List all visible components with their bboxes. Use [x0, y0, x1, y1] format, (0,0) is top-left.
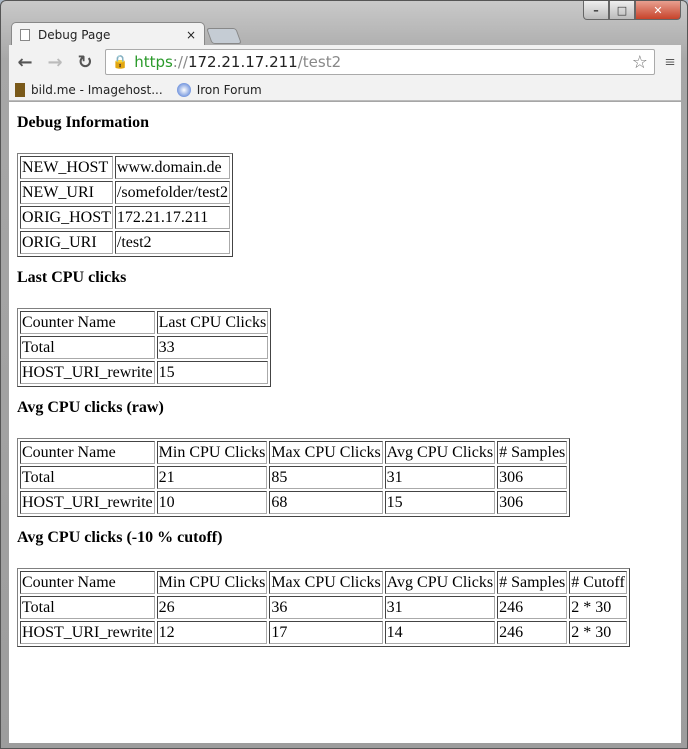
table-cell: 14: [384, 621, 496, 644]
table-cell: Total: [20, 596, 155, 619]
table-cell: 85: [269, 466, 383, 489]
close-window-button[interactable]: ✕: [635, 1, 681, 20]
table-cell: 246: [497, 621, 568, 644]
table-row: Total 33: [20, 336, 269, 359]
table-row: Total 26 36 31 246 2 * 30: [20, 596, 627, 619]
table-cell: Min CPU Clicks: [156, 571, 268, 594]
url-host: 172.21.17.211: [187, 53, 298, 71]
bookmarks-bar: bild.me - Imagehost... Iron Forum: [9, 79, 681, 101]
table-cell: 15: [384, 491, 496, 514]
browser-window: – □ ✕ Debug Page × ← → ↻ 🔒 https://172.2…: [0, 0, 688, 749]
table-row: HOST_URI_rewrite 12 17 14 246 2 * 30: [20, 621, 627, 644]
table-row: NEW_HOST www.domain.de: [20, 156, 230, 179]
section-heading: Debug Information: [17, 114, 150, 131]
table-cell: www.domain.de: [114, 156, 230, 179]
globe-icon: [176, 82, 191, 97]
table-cell: /test2: [114, 231, 230, 254]
table-cell: 10: [156, 491, 268, 514]
table-cell: Max CPU Clicks: [269, 441, 383, 464]
url-scheme: https: [134, 53, 173, 71]
table-cell: ORIG_HOST: [20, 206, 113, 229]
table-cell: HOST_URI_rewrite: [20, 491, 155, 514]
tab-title: Debug Page: [38, 27, 111, 42]
table-cell: Last CPU Clicks: [156, 311, 269, 334]
tab-debug-page[interactable]: Debug Page ×: [11, 22, 205, 46]
table-cell: 15: [156, 361, 269, 384]
section-heading: Last CPU clicks: [17, 269, 127, 286]
table-cell: Counter Name: [20, 571, 155, 594]
table-cell: 31: [384, 596, 496, 619]
table-row: Counter Name Min CPU Clicks Max CPU Clicks…: [20, 571, 627, 594]
close-tab-icon[interactable]: ×: [186, 28, 196, 42]
bookmark-iron-forum[interactable]: Iron Forum: [176, 82, 262, 97]
bookmark-bildme[interactable]: bild.me - Imagehost...: [15, 82, 163, 97]
bookmark-label: Iron Forum: [196, 82, 262, 97]
table-cell: 17: [269, 621, 383, 644]
table-cell: 2 * 30: [569, 596, 627, 619]
bookmark-star-icon[interactable]: ☆: [632, 52, 648, 73]
data-table: NEW_HOST www.domain.de NEW_URI/somefolder/…: [17, 153, 233, 257]
menu-icon[interactable]: ≡: [665, 52, 675, 73]
table-cell: HOST_URI_rewrite: [20, 361, 155, 384]
table-row: Total 21 85 31 306: [20, 466, 568, 489]
table-cell: 306: [497, 491, 568, 514]
back-icon[interactable]: ←: [15, 52, 35, 73]
forward-icon[interactable]: →: [45, 52, 65, 73]
table-row: ORIG_URI/test2: [20, 231, 230, 254]
page-content: Debug Information NEW_HOST www.domain.de NE…: [9, 102, 681, 743]
table-cell: 21: [156, 466, 268, 489]
table-cell: Total: [20, 336, 155, 359]
page-icon: [20, 28, 30, 41]
reload-icon[interactable]: ↻: [75, 52, 95, 73]
table-cell: Avg CPU Clicks: [384, 441, 496, 464]
minimize-button[interactable]: –: [583, 1, 609, 20]
table-cell: ORIG_URI: [20, 231, 113, 254]
table-cell: HOST_URI_rewrite: [20, 621, 155, 644]
table-cell: Counter Name: [20, 441, 155, 464]
table-cell: 26: [156, 596, 268, 619]
table-cell: # Cutoff: [569, 571, 627, 594]
table-cell: Avg CPU Clicks: [384, 571, 496, 594]
table-cell: 246: [497, 596, 568, 619]
table-row: Counter Name Last CPU Clicks: [20, 311, 269, 334]
bookmark-favicon-icon: [15, 82, 25, 97]
table-cell: Max CPU Clicks: [269, 571, 383, 594]
table-cell: NEW_URI: [20, 181, 113, 204]
toolbar: ← → ↻ 🔒 https://172.21.17.211/test2 ☆ ≡: [9, 45, 681, 79]
table-row: HOST_URI_rewrite 10 68 15 306: [20, 491, 568, 514]
table-cell: Counter Name: [20, 311, 155, 334]
table-cell: 31: [384, 466, 496, 489]
table-cell: NEW_HOST: [20, 156, 113, 179]
table-cell: /somefolder/test2: [114, 181, 230, 204]
table-cell: Total: [20, 466, 155, 489]
table-row: ORIG_HOST 172.21.17.211: [20, 206, 230, 229]
table-cell: 306: [497, 466, 568, 489]
table-cell: 12: [156, 621, 268, 644]
table-cell: # Samples: [497, 571, 568, 594]
bookmark-label: bild.me - Imagehost...: [31, 82, 163, 97]
new-tab-button[interactable]: [206, 28, 242, 44]
lock-icon: 🔒: [112, 54, 129, 70]
table-cell: 172.21.17.211: [114, 206, 230, 229]
table-row: NEW_URI/somefolder/test2: [20, 181, 230, 204]
address-bar[interactable]: 🔒 https://172.21.17.211/test2 ☆: [105, 49, 655, 75]
section-heading: Avg CPU clicks (-10 % cutoff): [17, 529, 223, 546]
table-cell: Min CPU Clicks: [156, 441, 268, 464]
data-table: Counter Name Min CPU Clicks Max CPU Clicks…: [17, 438, 571, 517]
table-cell: 68: [269, 491, 383, 514]
table-cell: # Samples: [497, 441, 568, 464]
table-cell: 33: [156, 336, 269, 359]
url-path: /test2: [297, 53, 342, 71]
data-table: Counter Name Min CPU Clicks Max CPU Clicks…: [17, 568, 630, 647]
data-table: Counter Name Last CPU Clicks Total 33 HOST_U…: [17, 308, 272, 387]
table-row: HOST_URI_rewrite 15: [20, 361, 269, 384]
table-row: Counter Name Min CPU Clicks Max CPU Clicks…: [20, 441, 568, 464]
section-heading: Avg CPU clicks (raw): [17, 399, 164, 416]
maximize-button[interactable]: □: [609, 1, 635, 20]
table-cell: 36: [269, 596, 383, 619]
window-controls: – □ ✕: [583, 1, 681, 20]
table-cell: 2 * 30: [569, 621, 627, 644]
